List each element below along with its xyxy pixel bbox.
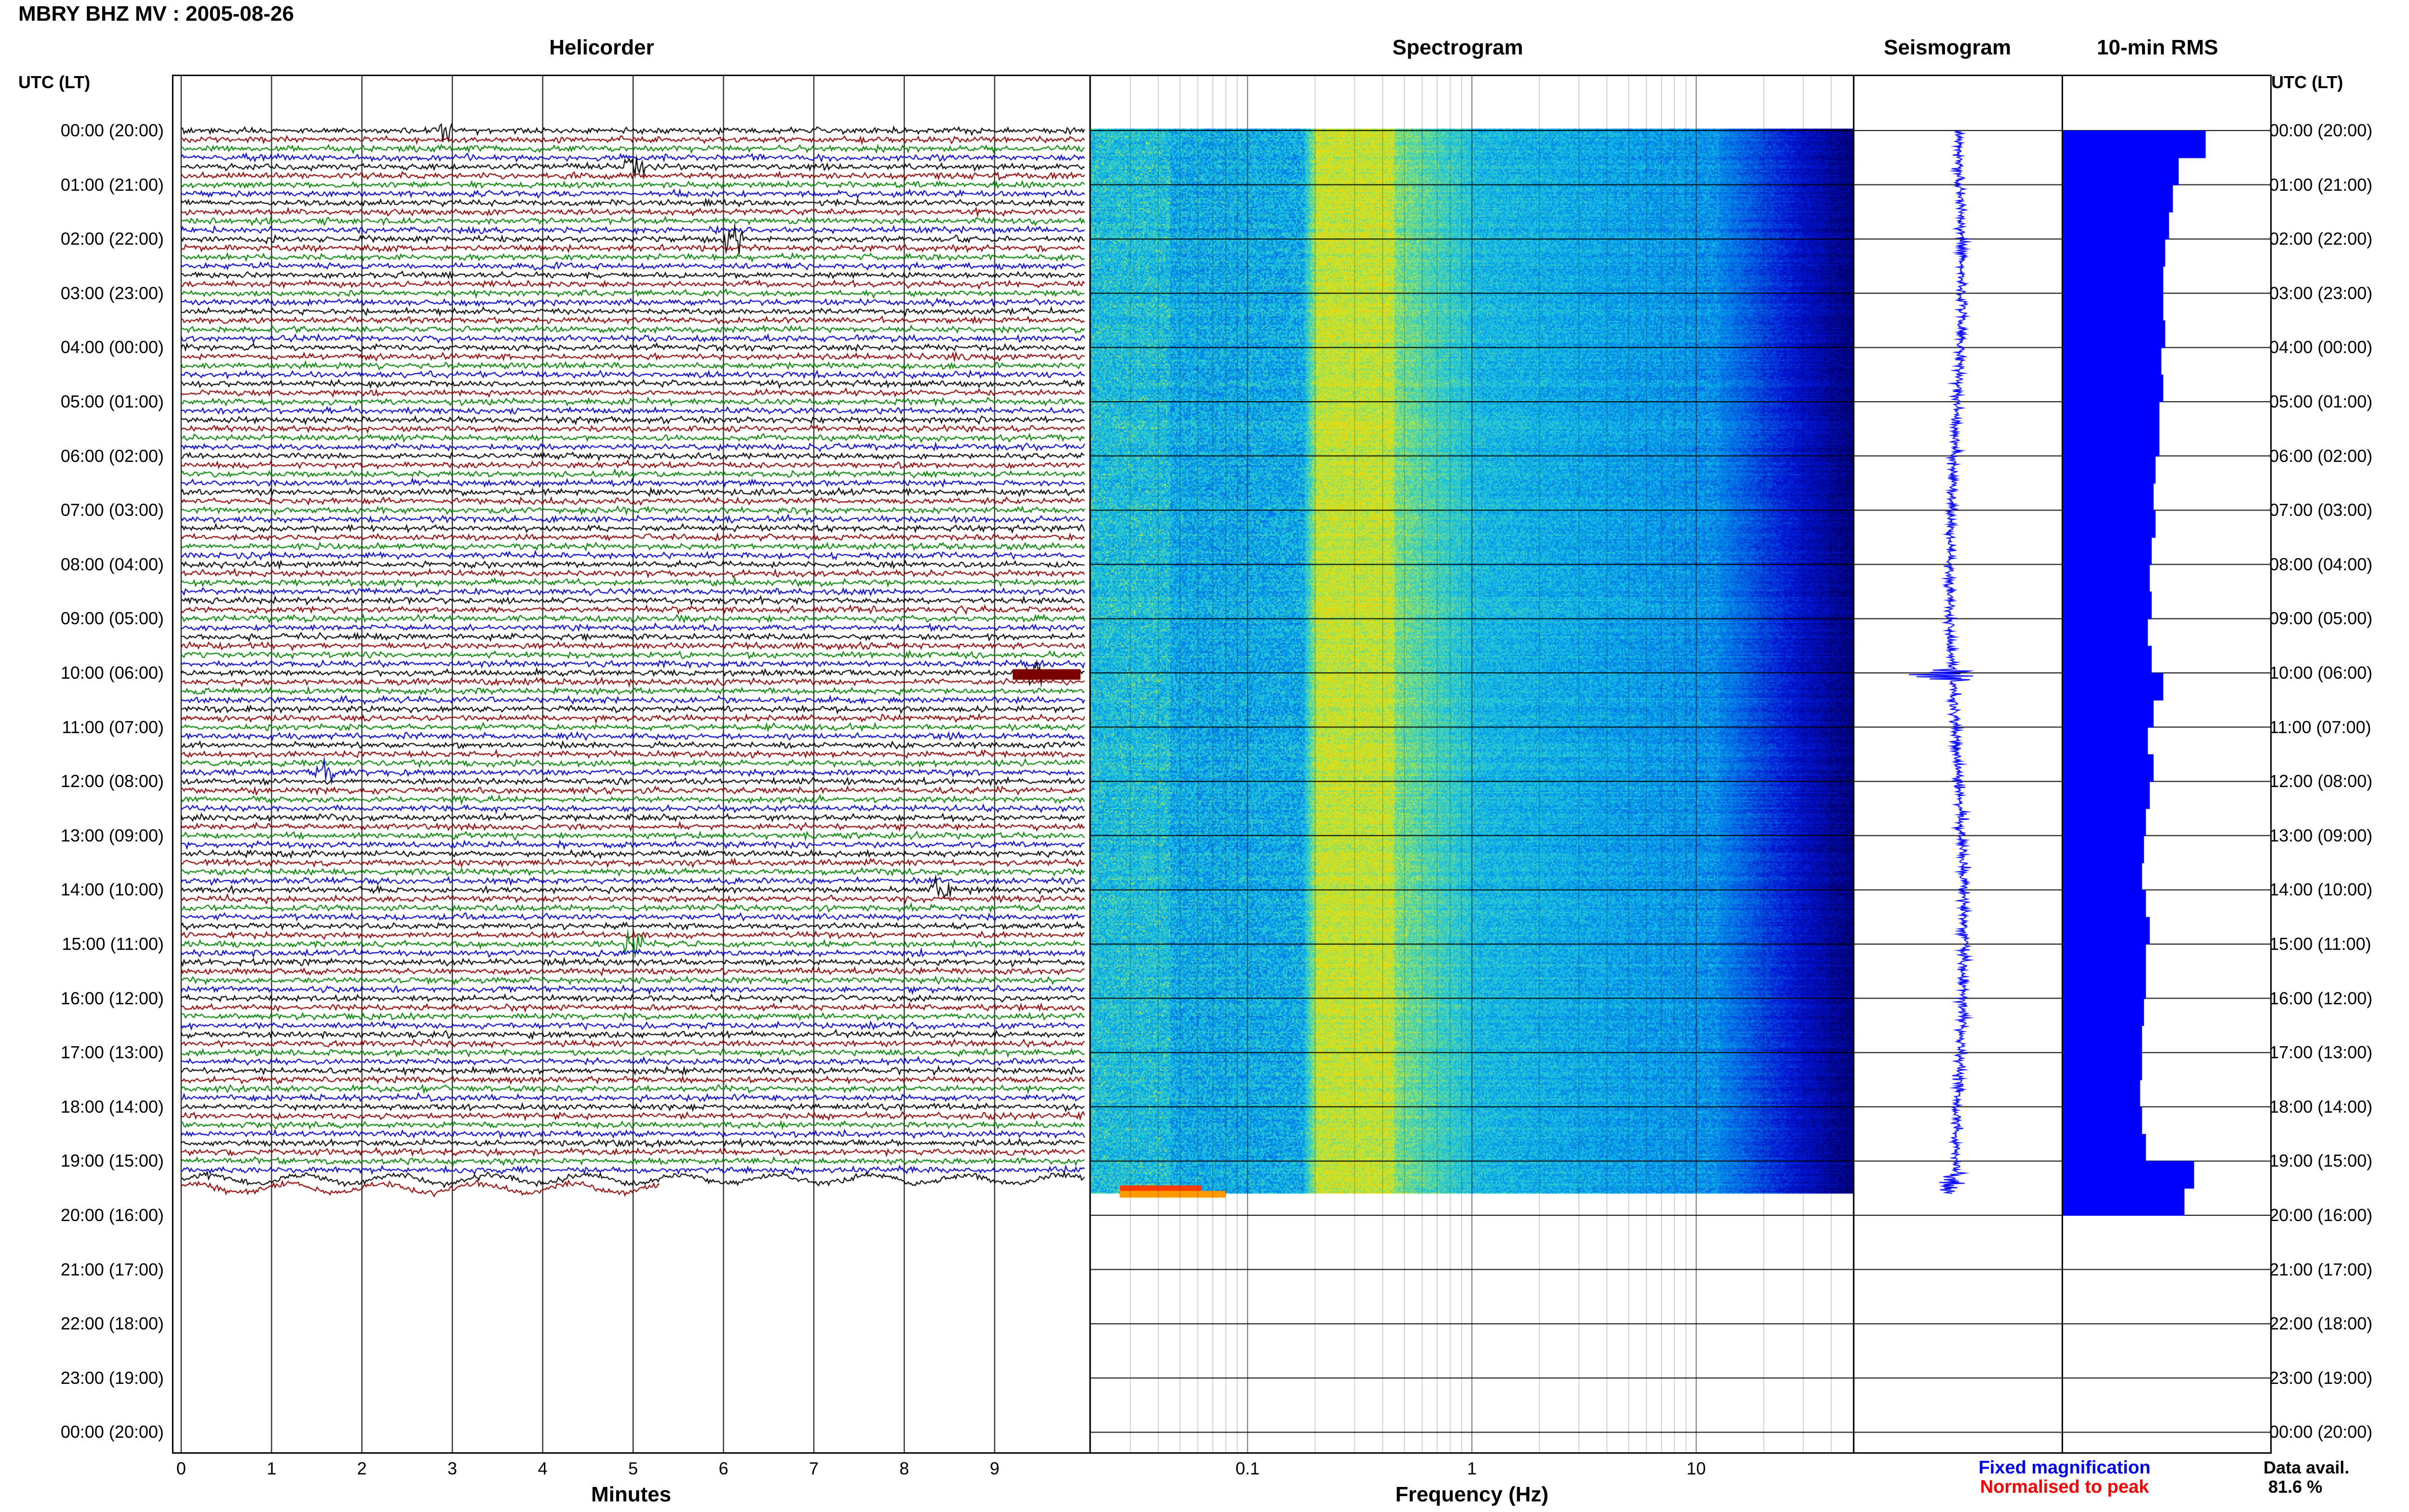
helicorder-tick-label: 9 — [990, 1459, 1000, 1478]
time-label-left: 10:00 (06:00) — [60, 663, 164, 683]
helicorder-tick-label: 5 — [628, 1459, 638, 1478]
legend-normalised-to-peak: Normalised to peak — [1980, 1477, 2149, 1497]
helicorder-tick-label: 4 — [538, 1459, 548, 1478]
time-label-left: 00:00 (20:00) — [60, 1422, 164, 1442]
time-label-right: 08:00 (04:00) — [2269, 554, 2373, 574]
helicorder-title: Helicorder — [549, 36, 654, 59]
rms-panel — [2062, 75, 2272, 1454]
time-label-right: 17:00 (13:00) — [2269, 1042, 2373, 1063]
spectrogram-tick-label: 0.1 — [1235, 1459, 1260, 1478]
helicorder-tick-label: 1 — [266, 1459, 277, 1478]
seismogram-trace — [1854, 76, 2062, 1452]
time-label-right: 10:00 (06:00) — [2269, 663, 2373, 683]
time-label-left: 14:00 (10:00) — [60, 880, 164, 900]
time-label-left: 21:00 (17:00) — [60, 1259, 164, 1279]
data-availability-label: Data avail. — [2263, 1458, 2350, 1477]
time-axis-header-left: UTC (LT) — [18, 72, 91, 92]
time-label-left: 04:00 (00:00) — [60, 337, 164, 357]
time-label-left: 13:00 (09:00) — [60, 825, 164, 845]
time-label-right: 04:00 (00:00) — [2269, 337, 2373, 357]
time-label-right: 20:00 (16:00) — [2269, 1205, 2373, 1225]
time-label-left: 19:00 (15:00) — [60, 1151, 164, 1171]
seismogram-panel — [1853, 75, 2063, 1454]
time-label-left: 16:00 (12:00) — [60, 988, 164, 1008]
rms-title: 10-min RMS — [2097, 36, 2218, 59]
time-label-right: 16:00 (12:00) — [2269, 988, 2373, 1008]
helicorder-tick-label: 3 — [447, 1459, 457, 1478]
time-label-left: 22:00 (18:00) — [60, 1314, 164, 1334]
time-label-right: 13:00 (09:00) — [2269, 825, 2373, 845]
time-label-left: 06:00 (02:00) — [60, 446, 164, 466]
time-label-right: 12:00 (08:00) — [2269, 771, 2373, 791]
helicorder-traces — [173, 76, 1089, 1452]
spectrogram-tick-label: 10 — [1686, 1459, 1706, 1478]
time-label-right: 11:00 (07:00) — [2269, 717, 2371, 737]
time-label-left: 01:00 (21:00) — [60, 174, 164, 195]
spectrogram-panel — [1089, 75, 1854, 1454]
time-label-left: 20:00 (16:00) — [60, 1205, 164, 1225]
time-label-left: 15:00 (11:00) — [62, 934, 164, 954]
legend-fixed-magnification: Fixed magnification — [1978, 1458, 2151, 1478]
time-label-right: 07:00 (03:00) — [2269, 500, 2373, 520]
time-label-right: 03:00 (23:00) — [2269, 283, 2373, 303]
time-label-left: 18:00 (14:00) — [60, 1096, 164, 1117]
time-label-left: 08:00 (04:00) — [60, 554, 164, 574]
time-label-right: 00:00 (20:00) — [2269, 120, 2373, 140]
time-label-right: 19:00 (15:00) — [2269, 1151, 2373, 1171]
helicorder-tick-label: 8 — [899, 1459, 909, 1478]
helicorder-tick-label: 7 — [809, 1459, 819, 1478]
helicorder-panel — [172, 75, 1091, 1454]
time-label-left: 23:00 (19:00) — [60, 1367, 164, 1388]
spectrogram-tick-label: 1 — [1467, 1459, 1477, 1478]
time-label-right: 02:00 (22:00) — [2269, 229, 2373, 249]
spectrogram-image — [1091, 76, 1853, 1452]
data-availability-value: 81.6 % — [2268, 1477, 2323, 1497]
time-axis-header-right: UTC (LT) — [2271, 72, 2343, 92]
time-label-right: 00:00 (20:00) — [2269, 1422, 2373, 1442]
time-label-right: 05:00 (01:00) — [2269, 392, 2373, 411]
time-label-right: 01:00 (21:00) — [2269, 174, 2373, 195]
time-label-right: 22:00 (18:00) — [2269, 1314, 2373, 1334]
time-label-right: 21:00 (17:00) — [2269, 1259, 2373, 1279]
rms-bars — [2063, 76, 2270, 1452]
time-label-left: 17:00 (13:00) — [60, 1042, 164, 1063]
helicorder-tick-label: 2 — [357, 1459, 367, 1478]
time-label-left: 07:00 (03:00) — [60, 500, 164, 520]
spectrogram-title: Spectrogram — [1392, 36, 1523, 59]
time-label-right: 14:00 (10:00) — [2269, 880, 2373, 900]
time-label-right: 18:00 (14:00) — [2269, 1096, 2373, 1117]
time-label-left: 05:00 (01:00) — [60, 392, 164, 411]
time-label-left: 11:00 (07:00) — [62, 717, 164, 737]
helicorder-tick-label: 6 — [718, 1459, 728, 1478]
time-label-left: 02:00 (22:00) — [60, 229, 164, 249]
time-label-left: 09:00 (05:00) — [60, 608, 164, 629]
page-title: MBRY BHZ MV : 2005-08-26 — [18, 2, 294, 26]
time-label-right: 23:00 (19:00) — [2269, 1367, 2373, 1388]
time-label-right: 06:00 (02:00) — [2269, 446, 2373, 466]
time-label-left: 03:00 (23:00) — [60, 283, 164, 303]
helicorder-xlabel: Minutes — [591, 1483, 672, 1506]
helicorder-tick-label: 0 — [176, 1459, 186, 1478]
spectrogram-xlabel: Frequency (Hz) — [1395, 1483, 1549, 1506]
time-label-right: 15:00 (11:00) — [2269, 934, 2371, 954]
time-label-left: 00:00 (20:00) — [60, 120, 164, 140]
time-label-left: 12:00 (08:00) — [60, 771, 164, 791]
seismogram-title: Seismogram — [1884, 36, 2012, 59]
time-label-right: 09:00 (05:00) — [2269, 608, 2373, 629]
